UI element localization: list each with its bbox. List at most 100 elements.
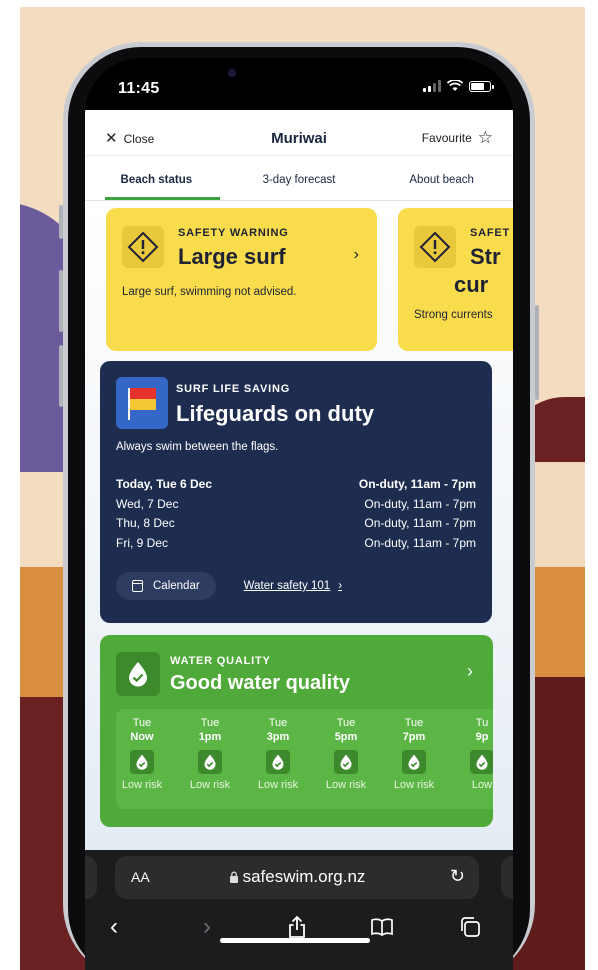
tab-beach-status[interactable]: Beach status <box>85 156 228 200</box>
schedule-row: Fri, 9 Dec On-duty, 11am - 7pm <box>116 536 476 556</box>
status-time: 11:45 <box>118 80 160 97</box>
front-camera <box>228 69 236 77</box>
volume-up-button <box>59 270 63 332</box>
water-quality-headline: Good water quality <box>170 672 351 694</box>
forecast-slot[interactable]: Tue 1pm Low risk <box>178 717 242 793</box>
browser-toolbar: ‹ › <box>85 912 513 952</box>
schedule-row: Wed, 7 Dec On-duty, 11am - 7pm <box>116 497 476 517</box>
calendar-label: Calendar <box>153 580 200 592</box>
volume-down-button <box>59 345 63 407</box>
forecast-day: Tu <box>475 717 489 729</box>
lifeguard-schedule: Today, Tue 6 Dec On-duty, 11am - 7pm Wed… <box>116 477 476 555</box>
forward-icon[interactable]: › <box>189 912 225 942</box>
battery-icon <box>469 80 494 92</box>
warning-description: Large surf, swimming not advised. <box>122 286 297 298</box>
chevron-right-icon: › <box>353 246 359 263</box>
forecast-slot[interactable]: Tu 9p Low <box>450 717 493 793</box>
schedule-day: Fri, 9 Dec <box>116 535 169 550</box>
lifeguard-headline: Lifeguards on duty <box>176 401 374 426</box>
address-bar[interactable]: AA safeswim.org.nz ↻ <box>115 856 479 899</box>
forecast-risk: Low risk <box>189 779 231 791</box>
water-drop-icon <box>130 750 154 774</box>
back-icon[interactable]: ‹ <box>96 912 132 942</box>
forecast-slot[interactable]: Tue Now Low risk <box>110 717 174 793</box>
lock-icon <box>229 871 238 883</box>
forecast-day: Tue <box>200 717 220 729</box>
url-text: safeswim.org.nz <box>242 867 366 886</box>
forecast-time: 7pm <box>402 730 426 743</box>
tab-bar: Beach status 3-day forecast About beach <box>85 156 513 201</box>
forecast-slot[interactable]: Tue 5pm Low risk <box>314 717 378 793</box>
forecast-day: Tue <box>132 717 152 729</box>
favourite-button[interactable]: Favourite ☆ <box>422 128 493 147</box>
tab-3-day-forecast[interactable]: 3-day forecast <box>228 156 371 200</box>
tab-about-beach[interactable]: About beach <box>370 156 513 200</box>
warning-headline-line2: cur <box>454 272 489 297</box>
main-content: SAFETY WARNING Large surf Large surf, sw… <box>85 201 513 850</box>
calendar-button[interactable]: Calendar <box>116 572 216 600</box>
flag-icon <box>116 377 168 429</box>
warning-kicker: SAFETY WARNING <box>178 227 289 239</box>
home-indicator <box>220 938 370 943</box>
water-quality-forecast: Tue Now Low risk Tue 1pm Low risk Tue 3p… <box>116 709 493 809</box>
schedule-day: Thu, 8 Dec <box>116 516 175 530</box>
water-quality-kicker: WATER QUALITY <box>170 655 271 667</box>
url-display[interactable]: safeswim.org.nz <box>115 867 479 887</box>
water-drop-icon <box>334 750 358 774</box>
schedule-status: On-duty, 11am - 7pm <box>358 477 476 491</box>
schedule-status: On-duty, 11am - 7pm <box>364 516 476 530</box>
forecast-time: Now <box>130 730 154 743</box>
water-drop-icon <box>116 652 160 696</box>
app-view: ✕ Close Muriwai Favourite ☆ Beach status… <box>85 110 513 850</box>
forecast-time: 1pm <box>198 730 222 743</box>
warning-headline: Large surf <box>178 244 286 269</box>
forecast-slot[interactable]: Tue 7pm Low risk <box>382 717 446 793</box>
lifeguard-actions: Calendar Water safety 101 › <box>116 572 342 600</box>
forecast-slot[interactable]: Tue 3pm Low risk <box>246 717 310 793</box>
lifeguard-subtitle: Always swim between the flags. <box>116 441 279 453</box>
water-safety-link[interactable]: Water safety 101 › <box>244 580 342 592</box>
next-tab-peek[interactable] <box>501 856 513 899</box>
warning-diamond-icon <box>122 226 164 268</box>
water-drop-icon <box>266 750 290 774</box>
water-quality-card[interactable]: WATER QUALITY Good water quality › Tue N… <box>100 635 493 827</box>
tabs-icon[interactable] <box>452 912 488 946</box>
forecast-day: Tue <box>268 717 288 729</box>
water-drop-icon <box>470 750 493 774</box>
mute-switch <box>59 205 63 239</box>
forecast-risk: Low <box>471 779 493 791</box>
star-icon: ☆ <box>477 128 493 147</box>
status-bar: 11:45 <box>85 58 513 110</box>
warning-headline-line1: Str <box>470 244 501 269</box>
status-icons <box>423 80 494 92</box>
forecast-risk: Low risk <box>121 779 163 791</box>
chevron-right-icon: › <box>338 580 343 592</box>
phone-screen: 11:45 ✕ Close Muriwai Favourite ☆ Beach … <box>85 58 513 970</box>
warning-kicker: SAFET <box>470 227 511 239</box>
forecast-day: Tue <box>404 717 424 729</box>
wifi-icon <box>447 80 463 91</box>
forecast-risk: Low risk <box>393 779 435 791</box>
forecast-time: 3pm <box>266 730 290 743</box>
strong-currents-warning-card[interactable]: SAFET Str cur Strong currents <box>398 208 513 351</box>
water-safety-label: Water safety 101 <box>243 580 331 592</box>
signal-icon <box>423 80 441 92</box>
schedule-day: Wed, 7 Dec <box>116 496 179 511</box>
water-drop-icon <box>402 750 426 774</box>
power-button <box>535 305 539 400</box>
schedule-status: On-duty, 11am - 7pm <box>364 496 476 511</box>
warning-description: Strong currents <box>414 309 493 321</box>
chevron-right-icon: › <box>467 661 473 681</box>
schedule-status: On-duty, 11am - 7pm <box>364 535 476 550</box>
warning-diamond-icon <box>414 226 456 268</box>
calendar-icon <box>132 580 143 592</box>
schedule-day: Today, Tue 6 Dec <box>116 477 213 491</box>
forecast-risk: Low risk <box>325 779 367 791</box>
reload-icon[interactable]: ↻ <box>450 866 465 887</box>
browser-chrome: AA safeswim.org.nz ↻ ‹ › <box>85 850 513 970</box>
previous-tab-peek[interactable] <box>85 856 97 899</box>
forecast-day: Tue <box>336 717 356 729</box>
forecast-time: 9p <box>475 730 489 743</box>
safety-warning-card[interactable]: SAFETY WARNING Large surf Large surf, sw… <box>106 208 377 351</box>
forecast-time: 5pm <box>334 730 358 743</box>
